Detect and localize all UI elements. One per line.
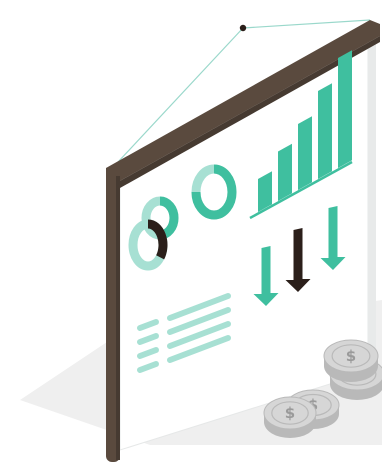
coin: $ [323,339,379,382]
board-side-shade [368,40,376,372]
presentation-illustration: $$$$ [20,19,382,462]
dollar-icon: $ [285,404,295,422]
bar [278,143,292,201]
bar [298,116,312,190]
coin: $ [263,396,317,438]
bar [318,83,332,179]
bar [338,50,352,168]
dollar-icon: $ [346,347,356,365]
hook-pin [239,24,247,32]
left-pole-shade [116,176,120,460]
